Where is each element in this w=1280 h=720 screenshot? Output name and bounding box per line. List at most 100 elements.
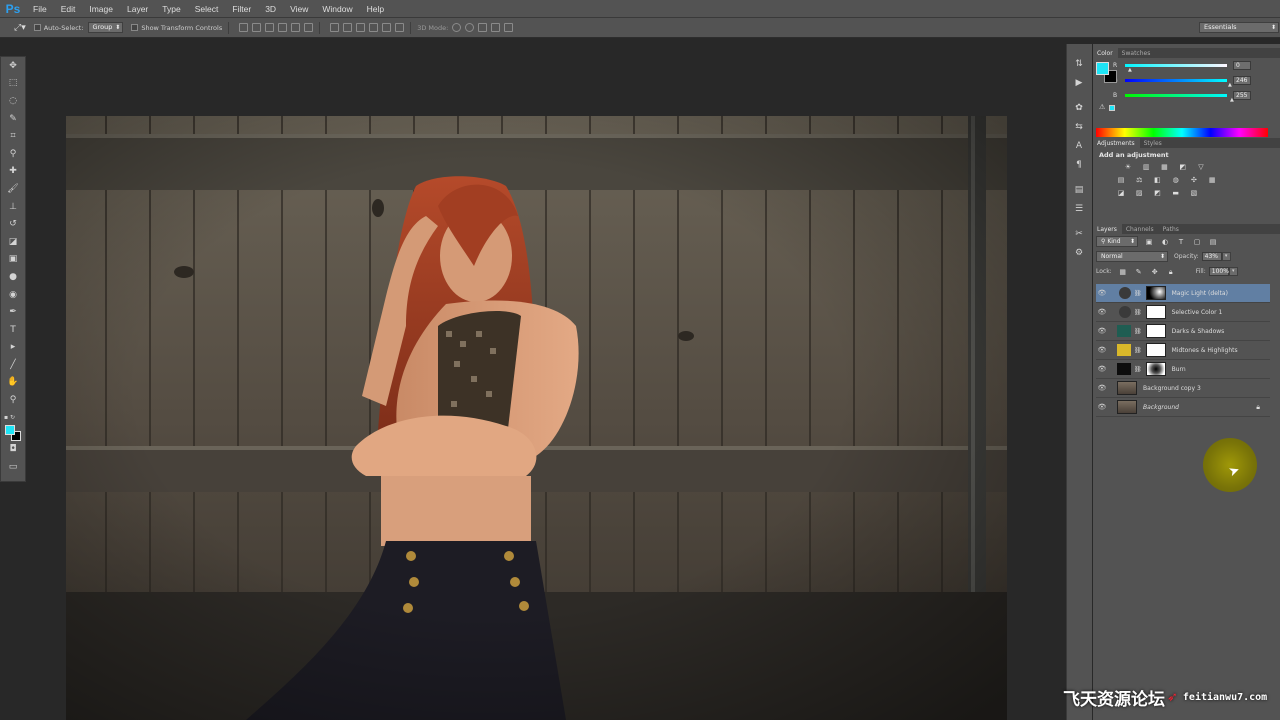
- layer-row-burn[interactable]: 👁︎ ⛓ Burn: [1096, 360, 1270, 379]
- layer-mask-thumbnail[interactable]: [1145, 343, 1166, 357]
- layer-filter-kind-dropdown[interactable]: ⚲ Kind: [1096, 236, 1138, 247]
- color-fg-swatch[interactable]: [1096, 62, 1109, 75]
- menu-type[interactable]: Type: [155, 4, 187, 14]
- zoom-tool-icon[interactable]: ⚲: [1, 391, 25, 409]
- opacity-dropdown-arrow[interactable]: ▾: [1221, 252, 1231, 261]
- shape-tool-icon[interactable]: ╱: [1, 356, 25, 374]
- layer-row-darks-shadows[interactable]: 👁︎ ⛓ Darks & Shadows: [1096, 322, 1270, 341]
- transform-controls-checkbox[interactable]: [131, 24, 139, 31]
- auto-select-dropdown[interactable]: Group: [87, 22, 124, 33]
- align-left-icon[interactable]: [278, 23, 288, 32]
- lock-pixels-icon[interactable]: ✎: [1134, 268, 1144, 276]
- color-lookup-icon[interactable]: ▦: [1207, 176, 1217, 184]
- tool-presets-icon[interactable]: ⇆: [1067, 117, 1091, 136]
- align-top-icon[interactable]: [239, 23, 249, 32]
- paragraph-icon[interactable]: ¶: [1067, 155, 1091, 174]
- layer-row-midtones-highlights[interactable]: 👁︎ ⛓ Midtones & Highlights: [1096, 341, 1270, 360]
- filter-type-icon[interactable]: T: [1176, 238, 1186, 246]
- distribute-bottom-icon[interactable]: [356, 23, 366, 32]
- filter-pixel-icon[interactable]: ▣: [1144, 238, 1154, 246]
- filter-smart-icon[interactable]: ▤: [1208, 238, 1218, 246]
- layer-row-background[interactable]: 👁︎ Background 🔒︎: [1096, 398, 1270, 417]
- visibility-eye-icon[interactable]: 👁︎: [1096, 327, 1108, 335]
- mask-link-icon[interactable]: ⛓: [1134, 347, 1142, 354]
- distribute-hcenter-icon[interactable]: [382, 23, 392, 32]
- tab-channels[interactable]: Channels: [1122, 224, 1159, 234]
- history-brush-tool-icon[interactable]: ↺: [1, 215, 25, 233]
- 3d-pan-icon[interactable]: [478, 23, 488, 32]
- tab-layers[interactable]: Layers: [1093, 224, 1122, 234]
- green-slider[interactable]: [1125, 79, 1227, 82]
- layer-thumbnail[interactable]: [1117, 381, 1137, 395]
- invert-icon[interactable]: ◪: [1116, 189, 1126, 197]
- mask-link-icon[interactable]: ⛓: [1134, 328, 1142, 335]
- workspace-dropdown[interactable]: Essentials: [1199, 22, 1279, 33]
- mask-link-icon[interactable]: ⛓: [1134, 309, 1142, 316]
- gradient-tool-icon[interactable]: ▣: [1, 251, 25, 269]
- menu-file[interactable]: File: [26, 4, 54, 14]
- red-slider-handle[interactable]: ▲: [1128, 67, 1132, 73]
- menu-image[interactable]: Image: [82, 4, 120, 14]
- layer-mask-thumbnail[interactable]: [1145, 286, 1166, 300]
- black-white-icon[interactable]: ◧: [1152, 176, 1162, 184]
- menu-view[interactable]: View: [283, 4, 315, 14]
- visibility-eye-icon[interactable]: 👁︎: [1096, 365, 1108, 373]
- layer-thumbnail[interactable]: [1117, 400, 1137, 414]
- menu-select[interactable]: Select: [188, 4, 226, 14]
- layer-row-magic-light[interactable]: 👁︎ ⛓ Magic Light (delta): [1096, 284, 1270, 303]
- quick-mask-icon[interactable]: ◘: [1, 440, 25, 458]
- curves-icon[interactable]: ▦: [1159, 163, 1169, 171]
- visibility-eye-icon[interactable]: 👁︎: [1096, 403, 1108, 411]
- brush-presets-icon[interactable]: ✿: [1067, 98, 1091, 117]
- color-spectrum-ramp[interactable]: [1096, 128, 1268, 137]
- dodge-tool-icon[interactable]: ◉: [1, 286, 25, 304]
- exposure-icon[interactable]: ◩: [1178, 163, 1188, 171]
- lock-transparency-icon[interactable]: ▦: [1118, 268, 1128, 276]
- filter-shape-icon[interactable]: ▢: [1192, 238, 1202, 246]
- notes-icon[interactable]: ☰: [1067, 199, 1091, 218]
- screen-mode-icon[interactable]: ▭: [1, 458, 25, 476]
- menu-edit[interactable]: Edit: [54, 4, 83, 14]
- menu-filter[interactable]: Filter: [225, 4, 258, 14]
- tab-styles[interactable]: Styles: [1140, 138, 1167, 148]
- align-hcenter-icon[interactable]: [291, 23, 301, 32]
- menu-help[interactable]: Help: [360, 4, 391, 14]
- lock-position-icon[interactable]: ✥: [1150, 268, 1160, 276]
- blend-mode-dropdown[interactable]: Normal: [1096, 251, 1168, 262]
- character-icon[interactable]: A: [1067, 136, 1091, 155]
- clone-stamp-tool-icon[interactable]: ⊥: [1, 198, 25, 216]
- 3d-roll-icon[interactable]: [465, 23, 475, 32]
- actions-play-icon[interactable]: ▶: [1067, 73, 1091, 92]
- lock-all-icon[interactable]: 🔒︎: [1166, 268, 1176, 276]
- move-tool-icon[interactable]: ⤢▾: [14, 23, 26, 33]
- document-canvas[interactable]: [66, 116, 1007, 720]
- opacity-input[interactable]: 43%: [1201, 252, 1222, 261]
- tab-adjustments[interactable]: Adjustments: [1093, 138, 1140, 148]
- 3d-rotate-icon[interactable]: [452, 23, 462, 32]
- menu-3d[interactable]: 3D: [258, 4, 283, 14]
- 3d-slide-icon[interactable]: [491, 23, 501, 32]
- eraser-tool-icon[interactable]: ◪: [1, 233, 25, 251]
- green-slider-handle[interactable]: ▲: [1228, 82, 1232, 88]
- quick-select-tool-icon[interactable]: ✎: [1, 110, 25, 128]
- align-bottom-icon[interactable]: [265, 23, 275, 32]
- channel-mixer-icon[interactable]: ✣: [1189, 176, 1199, 184]
- type-tool-icon[interactable]: T: [1, 321, 25, 339]
- visibility-eye-icon[interactable]: 👁︎: [1096, 308, 1108, 316]
- layer-mask-thumbnail[interactable]: [1145, 305, 1166, 319]
- blue-slider[interactable]: [1125, 94, 1227, 97]
- tools-options-icon[interactable]: ✂: [1067, 224, 1091, 243]
- 3d-scale-icon[interactable]: [504, 23, 514, 32]
- reset-colors-icon[interactable]: ▪ ↻: [1, 409, 25, 427]
- distribute-top-icon[interactable]: [330, 23, 340, 32]
- mask-link-icon[interactable]: ⛓: [1134, 290, 1142, 297]
- eyedropper-tool-icon[interactable]: ⚲: [1, 145, 25, 163]
- websafe-swatch[interactable]: [1109, 105, 1115, 111]
- history-icon[interactable]: ⇅: [1067, 54, 1091, 73]
- vibrance-icon[interactable]: ▽: [1196, 163, 1206, 171]
- fill-input[interactable]: 100%: [1208, 267, 1229, 276]
- tab-swatches[interactable]: Swatches: [1118, 48, 1156, 58]
- layer-row-selective-color[interactable]: 👁︎ ⛓ Selective Color 1: [1096, 303, 1270, 322]
- visibility-eye-icon[interactable]: 👁︎: [1096, 384, 1108, 392]
- gradient-map-icon[interactable]: ▬: [1171, 189, 1181, 197]
